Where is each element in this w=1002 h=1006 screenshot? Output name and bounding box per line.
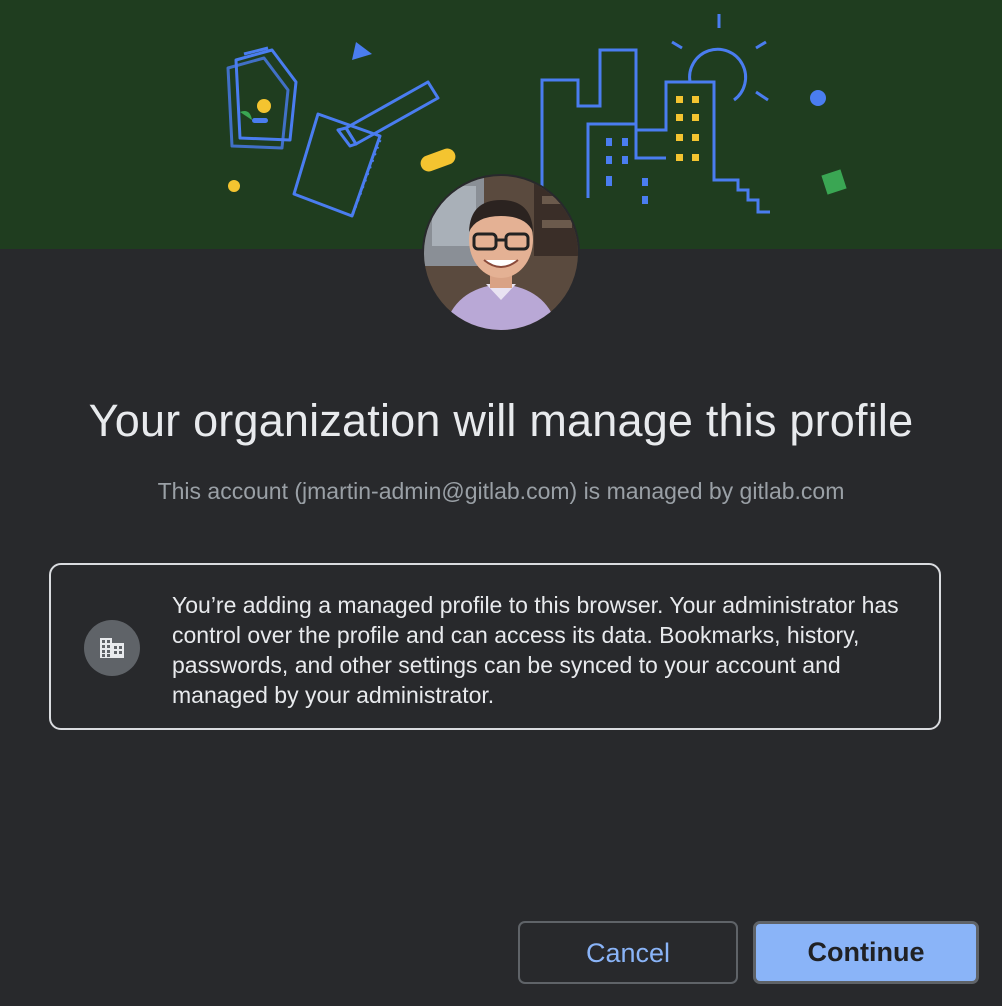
notice-text: You’re adding a managed profile to this … bbox=[172, 592, 899, 708]
profile-avatar bbox=[424, 176, 578, 330]
continue-button[interactable]: Continue bbox=[753, 921, 979, 984]
managed-profile-dialog: Your organization will manage this profi… bbox=[0, 0, 1002, 1006]
business-building-icon bbox=[84, 620, 140, 676]
managed-account-subtitle: This account (jmartin-admin@gitlab.com) … bbox=[157, 478, 845, 504]
managed-profile-notice: You’re adding a managed profile to this … bbox=[49, 563, 941, 730]
cancel-button[interactable]: Cancel bbox=[518, 921, 738, 984]
dialog-title: Your organization will manage this profi… bbox=[88, 395, 914, 446]
profile-avatar-photo bbox=[424, 176, 578, 330]
